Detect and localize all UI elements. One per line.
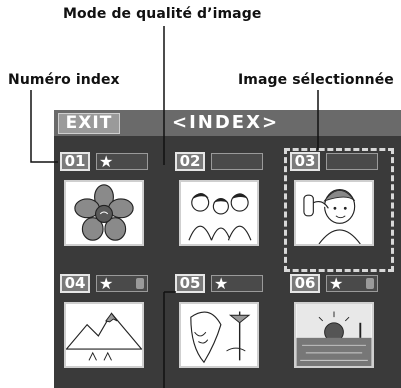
thumbnail-mountain[interactable] <box>64 302 144 368</box>
lock-icon <box>366 278 374 289</box>
index-number-badge: 01 <box>60 152 90 171</box>
index-cell-06[interactable]: 06 ★ <box>286 272 390 388</box>
quality-mode-box: ★ <box>211 275 263 292</box>
index-cell-05[interactable]: 05 ★ <box>171 272 275 388</box>
selected-image-callout: Image sélectionnée <box>238 72 394 88</box>
star-icon: ★ <box>99 274 114 293</box>
index-number-badge: 05 <box>175 274 205 293</box>
quality-mode-box: ★ <box>326 275 378 292</box>
people-icon <box>188 193 252 241</box>
index-number-badge: 02 <box>175 152 205 171</box>
star-icon: ★ <box>99 152 114 171</box>
index-number-callout: Numéro index <box>8 72 120 88</box>
exit-button[interactable]: EXIT <box>58 113 120 134</box>
top-bar: EXIT <INDEX> <box>54 110 401 136</box>
thumbnail-people[interactable] <box>179 180 259 246</box>
index-number-badge: 04 <box>60 274 90 293</box>
selected-image-frame <box>284 148 394 272</box>
quality-mode-box: ★ <box>96 275 148 292</box>
thumbnail-sunset-sea[interactable] <box>294 302 374 368</box>
image-quality-mode-callout: Mode de qualité d’image <box>63 6 262 22</box>
index-number-badge: 06 <box>290 274 320 293</box>
star-icon: ★ <box>329 274 344 293</box>
quality-mode-box <box>211 153 263 170</box>
lock-icon <box>136 278 144 289</box>
sunset-sea-icon <box>296 304 372 366</box>
quality-mode-box: ★ <box>96 153 148 170</box>
flower-icon <box>74 184 134 241</box>
index-cell-04[interactable]: 04 ★ <box>56 272 160 388</box>
woman-wind-icon <box>190 311 251 364</box>
index-cell-01[interactable]: 01 ★ <box>56 150 160 270</box>
thumbnail-woman-wind[interactable] <box>179 302 259 368</box>
mountain-icon <box>66 312 142 361</box>
thumbnail-flower[interactable] <box>64 180 144 246</box>
index-title: <INDEX> <box>172 112 280 133</box>
index-cell-02[interactable]: 02 <box>171 150 275 270</box>
star-icon: ★ <box>214 274 229 293</box>
